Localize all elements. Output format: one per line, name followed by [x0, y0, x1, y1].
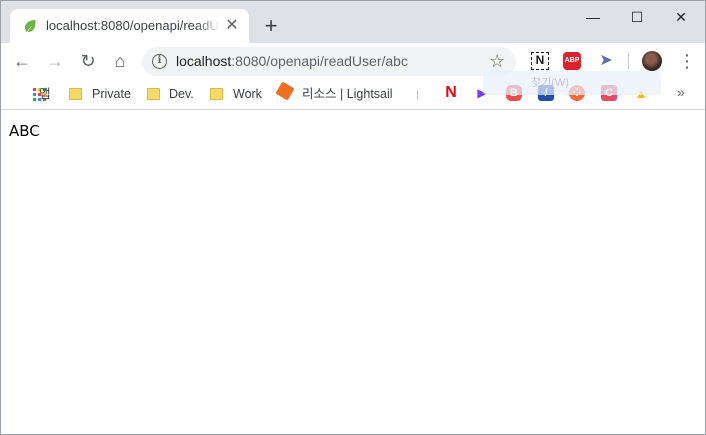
- forward-button[interactable]: →: [43, 49, 67, 73]
- apps-dot: [33, 88, 36, 91]
- tab-title: localhost:8080/openapi/readUser/abc: [46, 18, 218, 33]
- info-icon[interactable]: i: [152, 54, 167, 69]
- bookmark-apps-label[interactable]: 앱: [39, 85, 51, 103]
- send-extension-icon[interactable]: ➤: [597, 52, 615, 70]
- ghost-find-overlay: 찾기(W): [483, 71, 661, 95]
- home-button[interactable]: ⌂: [108, 49, 132, 73]
- toolbar-divider: [628, 53, 629, 69]
- tab-title-fade: [196, 15, 220, 37]
- apps-dot: [33, 93, 36, 96]
- folder-icon: [69, 88, 82, 100]
- maximize-button[interactable]: ☐: [615, 4, 659, 30]
- folder-icon: [147, 88, 160, 100]
- tab-close-icon[interactable]: ✕: [224, 18, 240, 34]
- url-host: localhost: [176, 53, 232, 69]
- netflix-icon[interactable]: N: [443, 85, 459, 101]
- back-button[interactable]: ←: [10, 49, 34, 73]
- close-window-button[interactable]: ✕: [659, 4, 703, 30]
- bookmarks-divider: [417, 90, 418, 100]
- bookmark-dev[interactable]: Dev.: [169, 85, 194, 103]
- minimize-button[interactable]: —: [571, 4, 615, 30]
- bookmark-private[interactable]: Private: [92, 85, 131, 103]
- adblock-plus-icon[interactable]: ABP: [563, 52, 581, 70]
- url-path: :8080/openapi/readUser/abc: [231, 53, 408, 69]
- profile-avatar[interactable]: [642, 51, 662, 71]
- address-bar[interactable]: i localhost:8080/openapi/readUser/abc ☆: [142, 47, 516, 76]
- url-text[interactable]: localhost:8080/openapi/readUser/abc: [176, 53, 408, 70]
- bookmark-star-icon[interactable]: ☆: [489, 51, 505, 71]
- spring-leaf-icon: [25, 20, 36, 32]
- bookmark-lightsail[interactable]: 리소스 | Lightsail: [302, 85, 393, 103]
- tab-strip: localhost:8080/openapi/readUser/abc ✕ + …: [1, 1, 705, 43]
- n-extension-icon[interactable]: N: [531, 52, 549, 70]
- lightsail-cube-icon: [275, 81, 295, 101]
- folder-icon: [210, 88, 223, 100]
- menu-icon[interactable]: ⋮: [678, 49, 696, 73]
- apps-dot: [33, 98, 36, 101]
- response-text: ABC: [9, 122, 40, 140]
- tab-active[interactable]: localhost:8080/openapi/readUser/abc ✕: [10, 9, 249, 43]
- more-bookmarks-icon[interactable]: »: [677, 84, 685, 100]
- reload-button[interactable]: ↻: [76, 49, 100, 73]
- new-tab-button[interactable]: +: [260, 15, 282, 37]
- browser-window: localhost:8080/openapi/readUser/abc ✕ + …: [0, 0, 706, 435]
- bookmark-work[interactable]: Work: [233, 85, 262, 103]
- page-content: ABC: [1, 111, 705, 434]
